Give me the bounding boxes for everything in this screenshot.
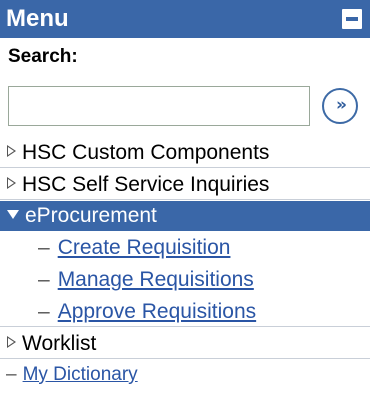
- manage-requisitions-link[interactable]: Manage Requisitions: [58, 268, 254, 291]
- search-input[interactable]: [8, 86, 310, 126]
- dash-icon: –: [38, 300, 50, 323]
- submenu-item-manage-requisitions: – Manage Requisitions: [0, 265, 370, 295]
- search-go-button[interactable]: »: [322, 88, 358, 124]
- menu-item-label: HSC Self Service Inquiries: [22, 173, 270, 196]
- dash-icon: –: [38, 268, 50, 291]
- triangle-right-icon: [7, 145, 16, 158]
- triangle-down-icon: [7, 209, 19, 219]
- menu-panel: Menu Search: » HSC Custom Components HSC…: [0, 0, 370, 395]
- triangle-right-icon: [7, 336, 16, 349]
- dash-icon: –: [38, 236, 50, 259]
- triangle-right-icon: [7, 177, 16, 190]
- menu-item-label: HSC Custom Components: [22, 141, 270, 164]
- submenu-item-approve-requisitions: – Approve Requisitions: [0, 297, 370, 327]
- menu-item-my-dictionary: – My Dictionary: [0, 360, 370, 390]
- dash-icon: –: [6, 364, 17, 385]
- menu-item-worklist[interactable]: Worklist: [0, 329, 370, 359]
- menu-item-label: eProcurement: [25, 204, 157, 227]
- menu-title: Menu: [6, 5, 69, 32]
- submenu-item-create-requisition: – Create Requisition: [0, 233, 370, 263]
- my-dictionary-link[interactable]: My Dictionary: [23, 364, 138, 385]
- double-chevron-right-icon: »: [336, 95, 347, 115]
- menu-item-hsc-custom-components[interactable]: HSC Custom Components: [0, 138, 370, 168]
- collapse-menu-button[interactable]: [342, 9, 362, 29]
- create-requisition-link[interactable]: Create Requisition: [58, 236, 231, 259]
- menu-item-label: Worklist: [22, 332, 97, 355]
- menu-item-eprocurement[interactable]: eProcurement: [0, 201, 370, 231]
- approve-requisitions-link[interactable]: Approve Requisitions: [58, 300, 256, 323]
- search-label: Search:: [8, 46, 78, 67]
- menu-header: Menu: [0, 0, 370, 38]
- menu-item-hsc-self-service-inquiries[interactable]: HSC Self Service Inquiries: [0, 170, 370, 200]
